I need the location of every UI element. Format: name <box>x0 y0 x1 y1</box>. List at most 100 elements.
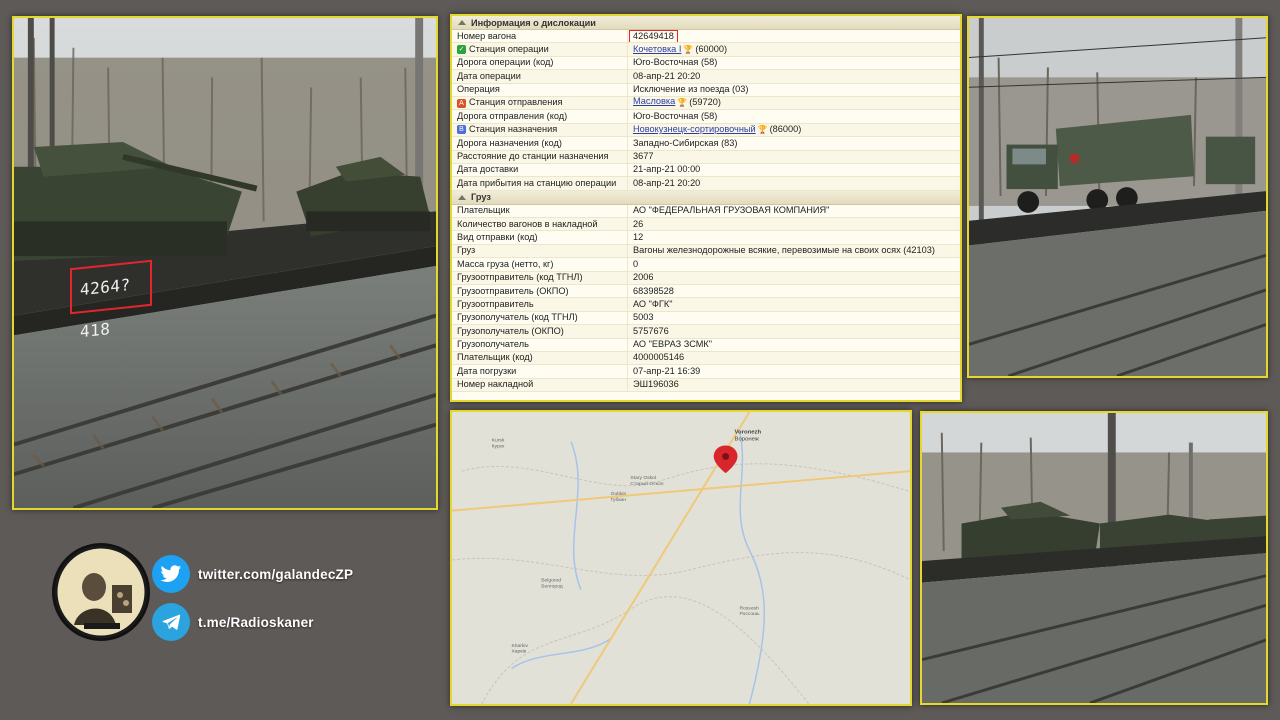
info-key: Грузоотправитель <box>457 298 534 309</box>
info-key: Номер накладной <box>457 379 534 390</box>
svg-text:Россошь: Россошь <box>739 611 760 617</box>
info-key: Грузополучатель <box>457 339 529 350</box>
tank-train-photo-art <box>922 413 1266 703</box>
station-code: (59720) <box>689 97 721 108</box>
svg-text:Губкин: Губкин <box>611 497 627 503</box>
info-value-cell: Исключение из поезда (03) <box>628 84 960 96</box>
info-key-cell: Расстояние до станции назначения <box>452 150 628 163</box>
info-key: Плательщик <box>457 205 510 216</box>
info-key-cell: Грузополучатель <box>452 338 628 351</box>
info-value: АО "ФЕДЕРАЛЬНАЯ ГРУЗОВАЯ КОМПАНИЯ" <box>633 205 830 216</box>
svg-text:Stary Oskol: Stary Oskol <box>630 475 656 481</box>
trophy-icon: 🏆 <box>757 125 768 135</box>
info-value: 0 <box>633 258 639 269</box>
info-value-cell: 2006 <box>628 272 960 284</box>
info-row: Операция Исключение из поезда (03) <box>452 83 960 97</box>
info-row: Масса груза (нетто, кг) 0 <box>452 258 960 272</box>
info-key: Дорога назначения (код) <box>457 137 562 148</box>
info-value: 5757676 <box>633 325 669 336</box>
info-key: Плательщик (код) <box>457 352 533 363</box>
check-icon: ✓ <box>457 45 466 55</box>
section-header-cargo[interactable]: Груз <box>452 190 960 205</box>
info-key-cell: Груз <box>452 244 628 258</box>
info-value-cell: Юго-Восточная (58) <box>628 57 960 69</box>
info-key: Грузополучатель (код ТГНЛ) <box>457 312 578 323</box>
section-title: Информация о дислокации <box>471 17 596 28</box>
station-link[interactable]: Кочетовка I <box>633 43 681 55</box>
trophy-icon: 🏆 <box>683 44 694 54</box>
info-value: 5003 <box>633 312 654 323</box>
station-code: (86000) <box>769 124 802 135</box>
channel-avatar[interactable] <box>54 545 148 639</box>
info-value: Исключение из поезда (03) <box>633 84 749 95</box>
info-value-cell: АО "ЕВРАЗ ЗСМК" <box>628 339 960 351</box>
info-value: 4000005146 <box>633 352 685 363</box>
info-key-cell: Плательщик (код) <box>452 351 628 365</box>
info-value: 08-апр-21 20:20 <box>633 177 701 188</box>
svg-text:Белгород: Белгород <box>541 584 563 590</box>
section-header-location[interactable]: Информация о дислокации <box>452 16 960 30</box>
location-rows: Номер вагона 42649418 ✓ Станция операции Коч… <box>452 30 960 191</box>
info-key-cell: Дорога назначения (код) <box>452 137 628 150</box>
info-value: Юго-Восточная (58) <box>633 57 718 68</box>
photo-trucks-on-flatcars <box>967 16 1268 378</box>
telegram-link[interactable]: t.me/Radioskaner <box>152 603 314 641</box>
info-key: Вид отправки (код) <box>457 231 538 242</box>
info-row: Плательщик АО "ФЕДЕРАЛЬНАЯ ГРУЗОВАЯ КОМПА… <box>452 204 960 219</box>
info-key: Грузоотправитель (код ТГНЛ) <box>457 272 583 283</box>
info-key-cell: Номер накладной <box>452 378 628 392</box>
info-key-cell: Грузоотправитель (код ТГНЛ) <box>452 271 628 285</box>
info-value-cell: 5757676 <box>628 325 960 337</box>
photo-tanks-on-flatcars: 4264?418 <box>12 16 438 510</box>
departure-marker-icon: A <box>457 98 466 108</box>
info-value-cell: Вагоны железнодорожные всякие, перевозим… <box>628 245 960 257</box>
info-row: Грузоотправитель АО "ФГК" <box>452 298 960 312</box>
info-row: Грузополучатель (ОКПО) 5757676 <box>452 325 960 339</box>
info-value-cell: 0 <box>628 258 960 270</box>
info-row: Грузоотправитель (код ТГНЛ) 2006 <box>452 271 960 286</box>
info-row: Грузоотправитель (ОКПО) 68398528 <box>452 285 960 299</box>
info-value-cell: 08-апр-21 20:20 <box>628 70 960 82</box>
info-value-cell: 21-апр-21 00:00 <box>628 164 960 176</box>
info-row: ✓ Станция операции Кочетовка I 🏆 (60000) <box>452 43 960 57</box>
svg-text:Kursk: Kursk <box>492 438 505 444</box>
info-value-cell: Западно-Сибирская (83) <box>628 137 960 149</box>
info-key-cell: Дата погрузки <box>452 365 628 378</box>
twitter-link[interactable]: twitter.com/galandecZP <box>152 555 353 593</box>
info-key-cell: Грузополучатель (код ТГНЛ) <box>452 311 628 325</box>
info-key: Дорога операции (код) <box>457 57 554 68</box>
info-value-cell: 26 <box>628 218 960 230</box>
info-key-cell: Грузоотправитель (ОКПО) <box>452 285 628 298</box>
tanks-photo-art <box>14 18 436 508</box>
info-key-cell: A Станция отправления <box>452 96 628 110</box>
info-key: Расстояние до станции назначения <box>457 151 609 162</box>
info-key-cell: Грузоотправитель <box>452 298 628 311</box>
info-value: Вагоны железнодорожные всякие, перевозим… <box>633 245 935 256</box>
info-value-cell: Масловка 🏆 (59720) <box>628 97 960 110</box>
info-value: 3677 <box>633 151 654 162</box>
info-value-cell: ЭШ196036 <box>628 379 960 391</box>
map-region[interactable]: Kursk Курск Stary Oskol Старый Оскол Gubki… <box>450 410 912 706</box>
info-key-cell: Вид отправки (код) <box>452 231 628 244</box>
wagon-number-highlight: 4264?418 <box>70 259 152 341</box>
radio-operator-avatar-art <box>54 545 148 639</box>
info-row: Дорога назначения (код) Западно-Сибирская… <box>452 137 960 151</box>
svg-text:Kharkiv: Kharkiv <box>511 643 528 649</box>
section-title: Груз <box>471 192 491 203</box>
info-key-cell: Плательщик <box>452 204 628 218</box>
info-value-cell: 5003 <box>628 312 960 324</box>
info-key: Операция <box>457 84 500 95</box>
station-link[interactable]: Масловка <box>633 97 676 110</box>
info-value: 12 <box>633 231 644 242</box>
station-link[interactable]: Новокузнецк-сортировочный <box>633 124 756 136</box>
info-value: ЭШ196036 <box>633 379 679 390</box>
info-key: Груз <box>457 245 476 256</box>
info-value: 68398528 <box>633 285 674 296</box>
info-value: АО "ФГК" <box>633 298 673 309</box>
svg-text:Belgorod: Belgorod <box>541 578 561 584</box>
info-row: Грузополучатель АО "ЕВРАЗ ЗСМК" <box>452 338 960 352</box>
info-key: Дата доставки <box>457 164 519 175</box>
info-value-cell: Юго-Восточная (58) <box>628 110 960 122</box>
trucks-photo-art <box>969 18 1266 376</box>
photo-tank-train <box>920 411 1268 705</box>
